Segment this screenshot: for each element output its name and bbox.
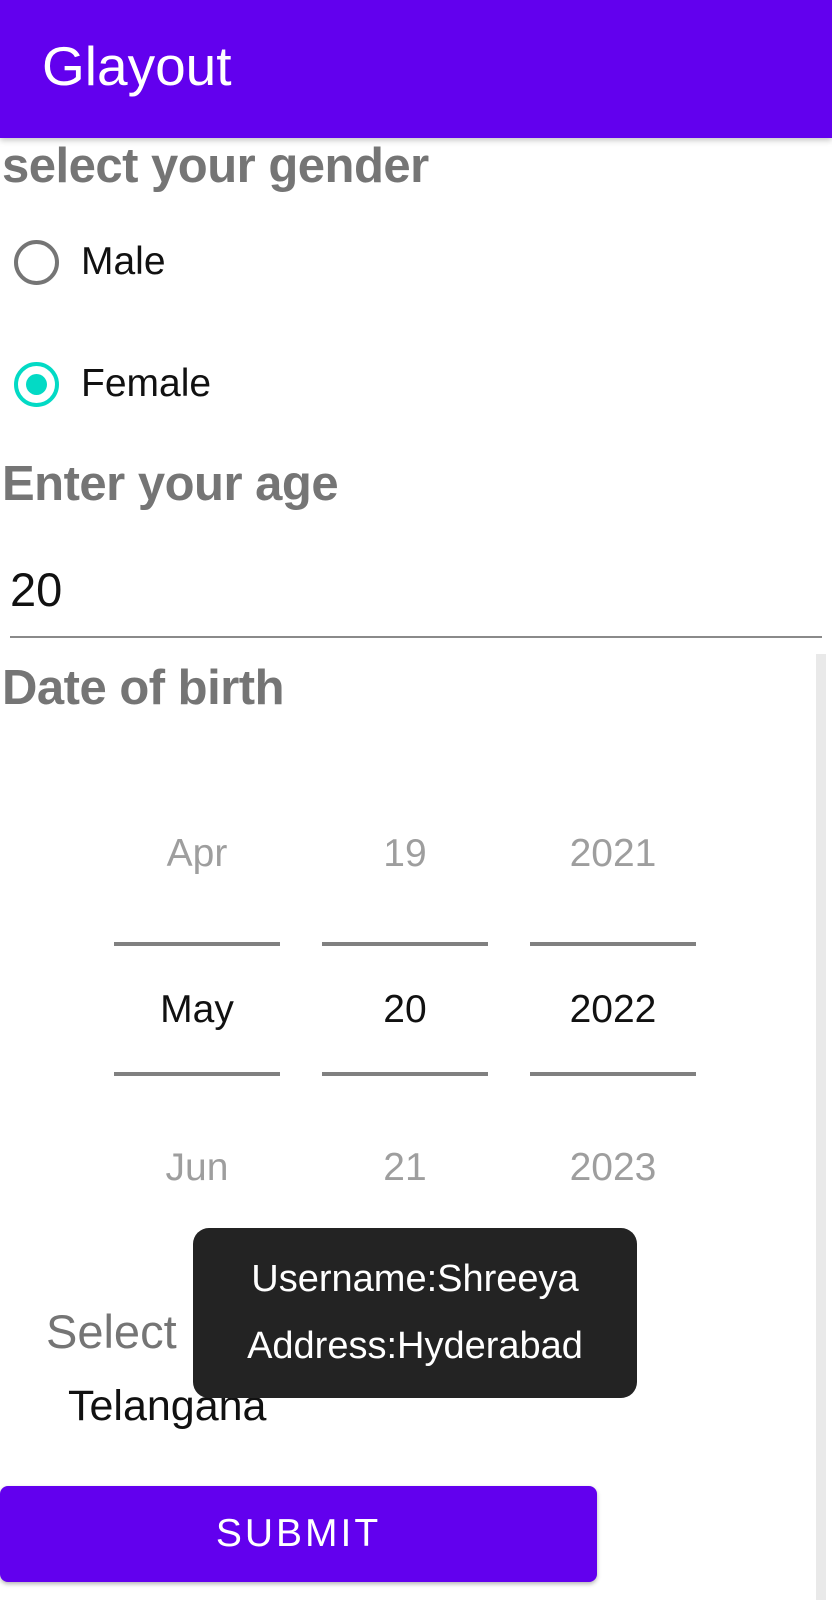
picker-divider [322,1072,488,1076]
year-next[interactable]: 2023 [530,1146,696,1190]
dob-label: Date of birth [2,661,285,715]
picker-divider [322,942,488,946]
picker-divider [530,942,696,946]
day-selected[interactable]: 20 [322,988,488,1032]
age-label: Enter your age [2,457,339,511]
submit-button[interactable]: SUBMIT [0,1486,597,1582]
gender-label: select your gender [2,139,429,193]
radio-female-label[interactable]: Female [81,362,211,406]
year-prev[interactable]: 2021 [530,832,696,876]
state-select-label: Select [46,1305,177,1358]
day-prev[interactable]: 19 [322,832,488,876]
month-selected[interactable]: May [114,988,280,1032]
month-prev[interactable]: Apr [114,832,280,876]
month-picker[interactable]: Apr May Jun [114,810,280,1190]
year-selected[interactable]: 2022 [530,988,696,1032]
toast-address: Address:Hyderabad [247,1325,583,1367]
toast-username: Username:Shreeya [251,1258,579,1300]
picker-divider [114,942,280,946]
app-bar: Glayout [0,0,832,138]
radio-unchecked-icon[interactable] [14,239,59,285]
picker-divider [114,1072,280,1076]
app-title: Glayout [42,35,232,97]
radio-male[interactable]: Male [14,232,166,292]
day-next[interactable]: 21 [322,1146,488,1190]
age-input-underline [10,636,822,638]
toast-message: Username:Shreeya Address:Hyderabad [193,1228,637,1398]
year-picker[interactable]: 2021 2022 2023 [530,810,696,1190]
age-input[interactable]: 20 [10,562,62,617]
day-picker[interactable]: 19 20 21 [322,810,488,1190]
radio-female[interactable]: Female [14,354,211,414]
radio-male-label[interactable]: Male [81,240,166,284]
radio-checked-icon[interactable] [14,361,59,407]
month-next[interactable]: Jun [114,1146,280,1190]
scrollbar-track[interactable] [816,654,826,1600]
picker-divider [530,1072,696,1076]
